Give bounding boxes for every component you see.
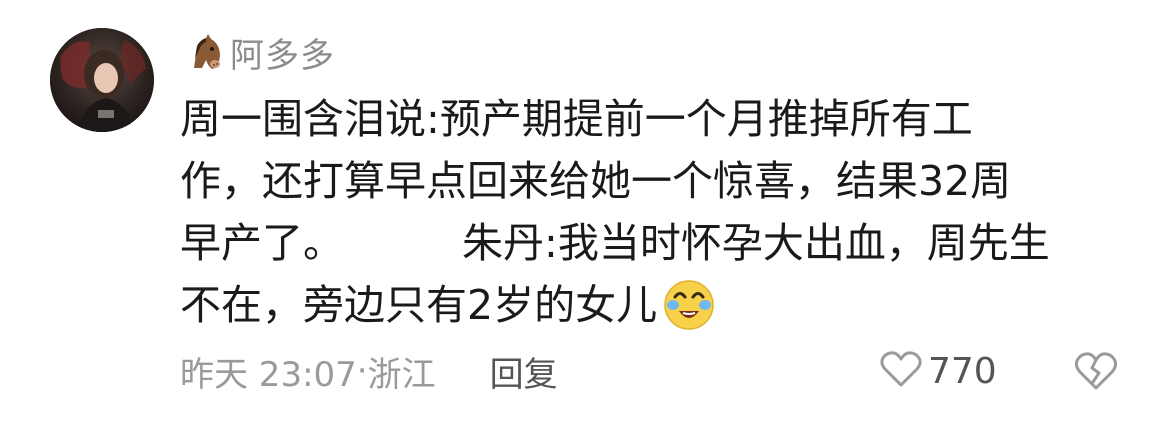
comment-item: 阿多多 周一围含泪说:预产期提前一个月推掉所有工 作，还打算早点回来给她一个惊喜… (0, 0, 1170, 433)
username-row: 阿多多 (186, 28, 335, 77)
comment-line-3-part-a: 早产了。 (180, 219, 344, 267)
avatar[interactable] (50, 28, 154, 132)
comment-text: 周一围含泪说:预产期提前一个月推掉所有工 作，还打算早点回来给她一个惊喜，结果3… (180, 88, 1110, 336)
dislike-button[interactable] (1074, 350, 1118, 392)
comment-line-4: 不在，旁边只有2岁的女儿 (180, 274, 1110, 336)
separator-dot: · (356, 351, 368, 391)
comment-line-1: 周一围含泪说:预产期提前一个月推掉所有工 (180, 95, 973, 143)
comment-line-3: 早产了。 朱丹:我当时怀孕大出血，周先生 (180, 212, 1110, 274)
location: 浙江 (367, 354, 436, 395)
broken-heart-icon (1074, 352, 1118, 396)
comment-line-2: 作，还打算早点回来给她一个惊喜，结果32周 (180, 157, 1012, 205)
comment-line-3-part-b: 朱丹:我当时怀孕大出血，周先生 (462, 219, 1050, 267)
meta-row: 昨天 23:07 · 浙江 回复 (180, 346, 558, 396)
comment-line-4-text: 不在，旁边只有2岁的女儿 (180, 281, 658, 329)
username[interactable]: 阿多多 (230, 28, 335, 77)
reply-button[interactable]: 回复 (490, 347, 558, 396)
avatar-image (50, 28, 154, 132)
heart-outline-icon (880, 350, 922, 392)
timestamp: 昨天 23:07 (180, 354, 357, 395)
crying-face-emoji (661, 275, 717, 331)
like-count: 770 (928, 350, 997, 392)
like-button[interactable]: 770 (880, 346, 997, 396)
horse-face-icon (186, 32, 226, 72)
